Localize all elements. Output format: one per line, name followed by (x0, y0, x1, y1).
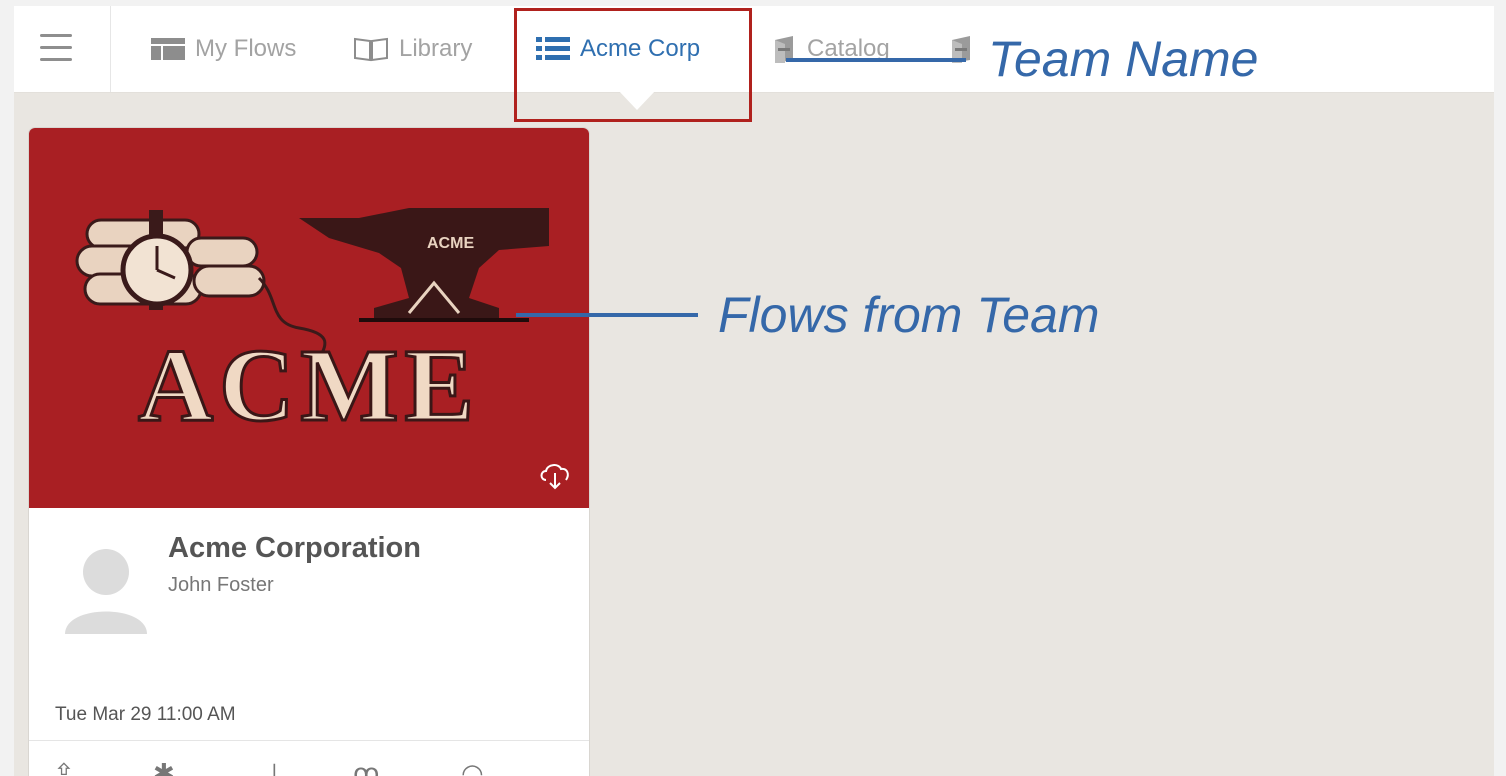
card-divider (29, 740, 589, 741)
anvil-illustration: ACME (299, 208, 549, 322)
anvil-brand-text: ACME (427, 235, 474, 252)
flow-title[interactable]: Acme Corporation (168, 532, 421, 565)
card-actions: ⇪ ✱ ⊥ ꝏ ◠ (29, 758, 589, 776)
share-icon[interactable]: ⇪ (53, 758, 75, 776)
flows-callout-line (516, 313, 698, 317)
flow-card[interactable]: ACME ACME Acme Corporation John Foster T… (29, 128, 589, 776)
flow-author: John Foster (168, 574, 274, 596)
pin-icon[interactable]: ⊥ (263, 758, 286, 776)
flow-card-image[interactable]: ACME ACME (29, 128, 589, 508)
comment-icon[interactable]: ◠ (461, 758, 484, 776)
tab-label: My Flows (195, 35, 297, 62)
hamburger-menu-button[interactable] (14, 6, 111, 92)
team-name-callout-line (786, 58, 966, 62)
top-navigation-bar: My Flows Library Acme Corp Catalog (14, 6, 1494, 93)
acme-brand-text: ACME (138, 328, 480, 443)
active-tab-highlight (514, 8, 752, 122)
settings-icon[interactable]: ✱ (153, 758, 175, 776)
tab-catalog[interactable]: Catalog (771, 6, 890, 92)
team-name-annotation: Team Name (988, 31, 1259, 87)
open-book-icon (353, 36, 389, 62)
cloud-download-icon[interactable] (537, 458, 573, 495)
flow-card-body: Acme Corporation John Foster Tue Mar 29 … (29, 508, 589, 776)
catalog-secondary-item[interactable] (948, 6, 974, 92)
app-window: My Flows Library Acme Corp Catalog ACME … (14, 6, 1494, 776)
hamburger-icon (40, 34, 72, 37)
flows-from-team-annotation: Flows from Team (718, 287, 1100, 343)
tab-my-flows[interactable]: My Flows (151, 6, 296, 92)
flow-date: Tue Mar 29 11:00 AM (55, 704, 236, 725)
acme-logo-illustration: ACME ACME (75, 208, 549, 445)
avatar (65, 548, 147, 640)
table-layout-icon (151, 38, 185, 60)
users-icon[interactable]: ꝏ (353, 758, 379, 776)
tab-label: Library (399, 35, 473, 62)
tab-library[interactable]: Library (353, 6, 472, 92)
